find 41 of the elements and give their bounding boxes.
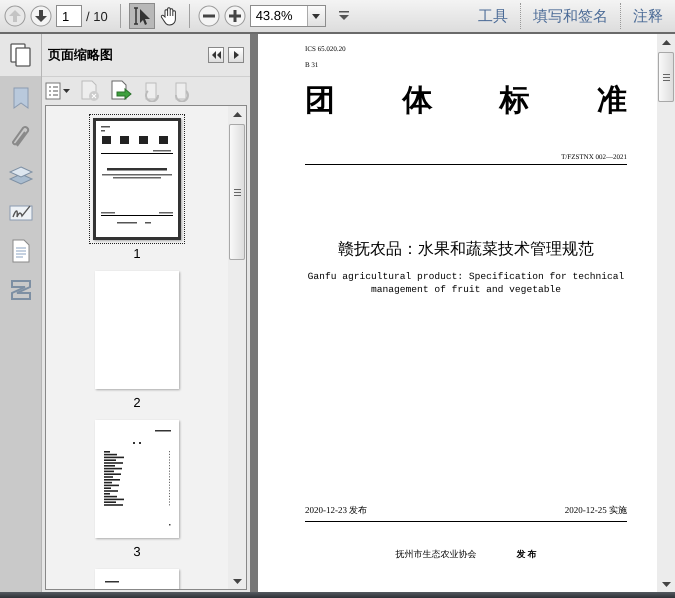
scrollbar-thumb[interactable] xyxy=(658,52,674,102)
scroll-down-icon[interactable] xyxy=(232,578,242,584)
double-left-icon xyxy=(211,51,221,59)
menu-link[interactable]: 工具 xyxy=(470,6,516,26)
grip-icon xyxy=(234,188,240,196)
page-label: 2 xyxy=(133,395,141,410)
effective-date: 2020-12-25 实施 xyxy=(564,504,627,517)
document-icon[interactable] xyxy=(10,238,32,264)
standard-heading: 团 体 标 准 xyxy=(305,83,627,119)
options-icon[interactable] xyxy=(45,82,71,100)
select-tool-button[interactable] xyxy=(128,3,155,29)
pages-icon[interactable] xyxy=(8,42,32,68)
scrollbar-thumb[interactable] xyxy=(229,124,245,260)
menu-link[interactable]: 填写和签名 xyxy=(525,6,616,26)
page-label: 3 xyxy=(133,544,141,559)
expand-button[interactable] xyxy=(228,47,244,63)
scroll-up-icon[interactable] xyxy=(662,40,670,44)
right-triangle-icon xyxy=(233,51,239,59)
zoom-dropdown-button[interactable] xyxy=(306,6,325,26)
zoom-out-icon[interactable] xyxy=(198,5,220,27)
menu-link[interactable]: 注释 xyxy=(625,6,671,26)
menu-caret-icon[interactable] xyxy=(338,11,350,21)
page-number-field[interactable]: 1 xyxy=(56,5,82,27)
document-title: 赣抚农品：水果和蔬菜技术管理规范 xyxy=(337,240,595,260)
zoom-field[interactable]: 43.8% xyxy=(250,5,326,27)
release-date: 2020-12-23 发布 xyxy=(305,504,368,517)
publisher: 抚州市生态农业协会 xyxy=(395,548,476,561)
cursor-icon xyxy=(132,6,152,26)
caret-icon xyxy=(312,14,320,18)
scroll-down-icon[interactable] xyxy=(662,582,670,586)
panel-title: 页面缩略图 xyxy=(48,46,114,64)
scroll-up-icon[interactable] xyxy=(232,112,242,116)
english-title: Ganfu agricultural product: Specification for technical management of fruit and vegetable xyxy=(306,270,626,296)
page-count: / 10 xyxy=(86,8,108,24)
page-thumbnail[interactable] xyxy=(89,114,185,244)
page-label: 1 xyxy=(133,246,141,261)
publish-label: 发 布 xyxy=(516,548,537,561)
grip-icon xyxy=(662,74,670,80)
zoom-in-icon[interactable] xyxy=(224,5,246,27)
insert-page-icon[interactable] xyxy=(109,80,133,102)
collapse-button[interactable] xyxy=(208,47,224,63)
